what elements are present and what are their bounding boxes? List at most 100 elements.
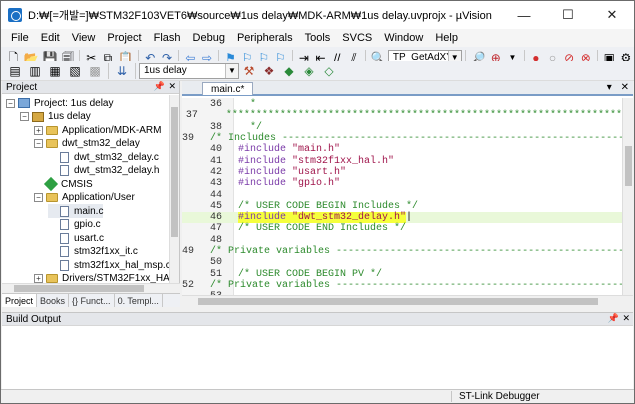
code-token: /* USER CODE BEGIN PV */: [238, 268, 383, 280]
editor-vertical-scrollbar[interactable]: [622, 98, 633, 295]
stop-build-icon[interactable]: ▩: [87, 63, 103, 79]
scrollbar-thumb[interactable]: [14, 285, 144, 292]
menu-file[interactable]: File: [5, 32, 35, 44]
code-line[interactable]: 44: [182, 189, 622, 201]
code-token: /* Private variables -------------------…: [210, 279, 622, 291]
project-vertical-scrollbar[interactable]: [169, 95, 179, 283]
scrollbar-thumb[interactable]: [171, 107, 178, 237]
tab-project[interactable]: Project: [2, 294, 38, 307]
batch-build-icon[interactable]: ▧: [67, 63, 83, 79]
close-icon[interactable]: ✕: [621, 82, 629, 93]
collapse-icon[interactable]: −: [34, 139, 43, 148]
select-packs-icon[interactable]: ◈: [301, 63, 317, 79]
tab-templates[interactable]: 0. Templ...: [115, 294, 163, 307]
menu-edit[interactable]: Edit: [35, 32, 66, 44]
editor-tabs: main.c* ▾ ✕: [182, 81, 633, 96]
minimize-button[interactable]: —: [502, 1, 546, 29]
pin-icon[interactable]: 📌: [608, 313, 619, 324]
line-number: 52: [182, 279, 195, 291]
tree-item[interactable]: − dwt_stm32_delay: [34, 137, 140, 151]
editor-tab-controls: ▾ ✕: [607, 82, 629, 93]
tab-functions[interactable]: {} Funct...: [69, 294, 115, 307]
tree-item[interactable]: − 1us delay: [20, 110, 91, 124]
code-line[interactable]: 43 #include "gpio.h": [182, 178, 622, 189]
code-lines[interactable]: 36 * 37 *********************************…: [182, 98, 622, 295]
code-line[interactable]: 41 #include "stm32f1xx_hal.h": [182, 156, 622, 167]
scrollbar-thumb[interactable]: [198, 298, 598, 305]
code-token: /* Includes ----------------------------…: [210, 133, 622, 145]
compile-icon[interactable]: ▤: [7, 63, 23, 79]
code-line[interactable]: 47 /* USER CODE END Includes */: [182, 223, 622, 234]
tab-list-icon[interactable]: ▾: [607, 82, 612, 93]
tree-item-label: Project: 1us delay: [34, 97, 114, 109]
menu-debug[interactable]: Debug: [187, 32, 231, 44]
tree-item[interactable]: − Application/User: [34, 191, 135, 205]
tree-item[interactable]: dwt_stm32_delay.h: [48, 164, 159, 178]
file-extensions-icon[interactable]: ❖: [261, 63, 277, 79]
menu-project[interactable]: Project: [101, 32, 147, 44]
line-number: 42: [209, 166, 222, 178]
code-line[interactable]: 49 /* Private variables -----------------…: [182, 246, 622, 257]
tree-item[interactable]: + Application/MDK-ARM: [34, 123, 161, 137]
code-line[interactable]: 42 #include "usart.h": [182, 167, 622, 178]
code-token: #include: [238, 166, 293, 178]
tab-main-c[interactable]: main.c*: [202, 82, 254, 95]
code-line[interactable]: 39 /* Includes --------------------------…: [182, 133, 622, 144]
menu-flash[interactable]: Flash: [148, 32, 187, 44]
rebuild-icon[interactable]: ▦: [47, 63, 63, 79]
code-line[interactable]: 40 #include "main.h": [182, 144, 622, 155]
project-horizontal-scrollbar[interactable]: [2, 283, 180, 293]
window-title: D:₩[=개발=]₩STM32F103VET6₩source₩1us delay…: [28, 10, 492, 22]
code-line[interactable]: 46 #include "dwt_stm32_delay.h"|: [182, 212, 622, 224]
code-line[interactable]: 50: [182, 257, 622, 268]
menu-tools[interactable]: Tools: [299, 32, 337, 44]
tree-item[interactable]: stm32f1xx_hal_msp.c: [48, 258, 170, 272]
pack-installer-icon[interactable]: ◇: [321, 63, 337, 79]
code-line[interactable]: 48: [182, 235, 622, 246]
code-line[interactable]: 36 *: [182, 99, 622, 110]
tree-item[interactable]: − Project: 1us delay: [6, 96, 114, 110]
close-icon[interactable]: ✕: [622, 313, 630, 324]
collapse-icon[interactable]: −: [34, 193, 43, 202]
close-icon[interactable]: ✕: [168, 81, 176, 92]
close-button[interactable]: ✕: [590, 1, 634, 29]
maximize-button[interactable]: ☐: [546, 1, 590, 29]
tree-item-label: stm32f1xx_it.c: [74, 246, 138, 257]
tree-item-label: main.c: [74, 205, 104, 217]
expand-icon[interactable]: +: [34, 274, 43, 283]
tree-item[interactable]: usart.c: [48, 231, 104, 245]
code-line[interactable]: 38 */: [182, 122, 622, 133]
code-line[interactable]: 52 /* Private variables -----------------…: [182, 280, 622, 291]
menu-help[interactable]: Help: [429, 32, 464, 44]
build-icon[interactable]: ▥: [27, 63, 43, 79]
editor-horizontal-scrollbar[interactable]: [182, 295, 633, 307]
collapse-icon[interactable]: −: [6, 98, 15, 108]
collapse-icon[interactable]: −: [20, 112, 29, 121]
tree-item[interactable]: stm32f1xx_it.c: [48, 245, 138, 259]
target-options-icon[interactable]: ⚒: [241, 63, 257, 79]
menu-window[interactable]: Window: [378, 32, 429, 44]
chevron-down-icon[interactable]: ▼: [225, 63, 238, 78]
code-line[interactable]: 45 /* USER CODE BEGIN Includes */: [182, 201, 622, 212]
menu-view[interactable]: View: [66, 32, 102, 44]
code-line[interactable]: 37 *************************************…: [182, 110, 622, 121]
menu-peripherals[interactable]: Peripherals: [231, 32, 299, 44]
menu-svcs[interactable]: SVCS: [336, 32, 378, 44]
code-line[interactable]: 51 /* USER CODE BEGIN PV */: [182, 269, 622, 280]
title-bar[interactable]: D:₩[=개발=]₩STM32F103VET6₩source₩1us delay…: [1, 1, 634, 29]
tree-item[interactable]: dwt_stm32_delay.c: [48, 150, 159, 164]
manage-components-icon[interactable]: ◆: [281, 63, 297, 79]
pin-icon[interactable]: 📌: [154, 81, 165, 92]
download-icon[interactable]: ⇊: [114, 63, 130, 79]
scrollbar-thumb[interactable]: [625, 146, 632, 186]
uvision-app-icon: [8, 8, 22, 22]
tree-item[interactable]: main.c: [48, 204, 104, 218]
code-token: /* USER CODE BEGIN Includes */: [238, 200, 419, 212]
tree-item[interactable]: gpio.c: [48, 218, 101, 232]
project-icon: [18, 98, 30, 108]
expand-icon[interactable]: +: [34, 125, 43, 135]
tree-item[interactable]: CMSIS: [34, 176, 93, 192]
line-number: 39: [182, 133, 195, 145]
tab-books[interactable]: Books: [37, 294, 70, 307]
target-combo[interactable]: 1us delay ▼: [139, 62, 239, 79]
